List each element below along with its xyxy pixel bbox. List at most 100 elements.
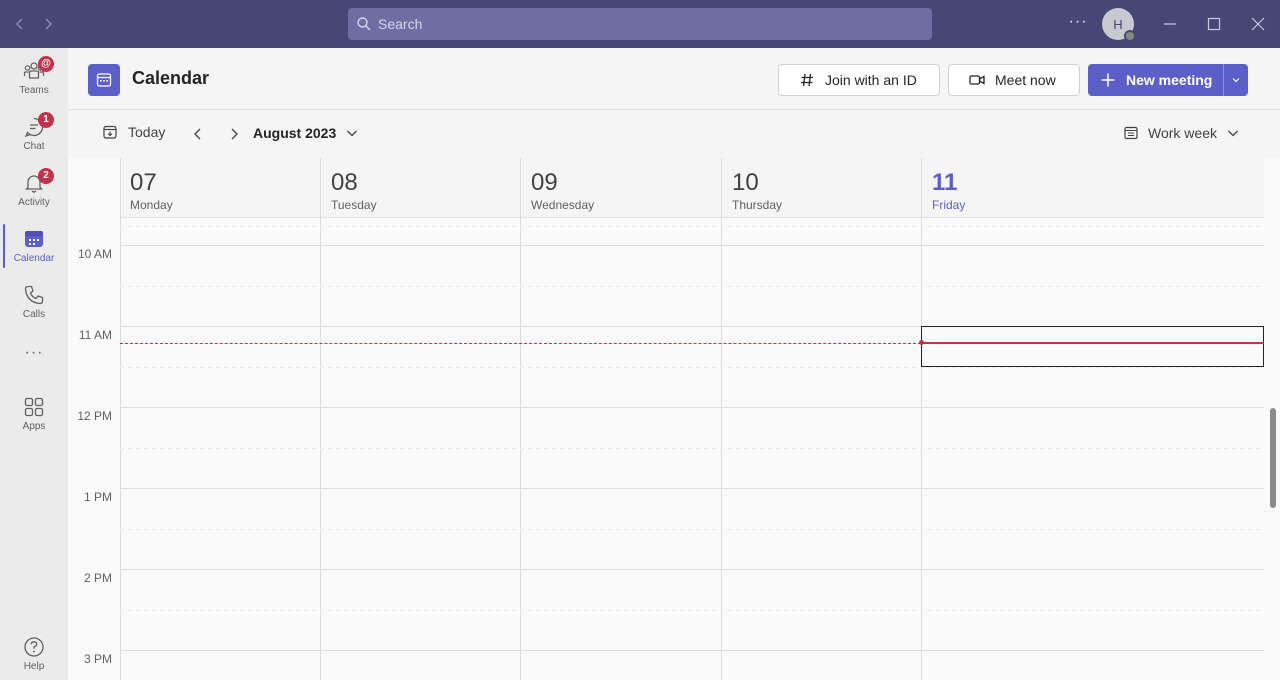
settings-more-button[interactable]: ··· — [1066, 12, 1090, 36]
column-divider — [721, 158, 722, 680]
rail-item-label: Help — [23, 661, 45, 672]
hash-icon — [801, 73, 813, 87]
rail-item-label: Chat — [23, 141, 45, 152]
chevron-right-icon — [231, 128, 238, 140]
new-meeting-label: New meeting — [1126, 72, 1213, 88]
scrollbar-thumb[interactable] — [1270, 408, 1276, 508]
day-name: Friday — [932, 198, 966, 212]
calendar-icon — [25, 231, 43, 247]
maximize-button[interactable] — [1202, 12, 1226, 36]
close-icon — [1251, 17, 1265, 31]
hour-line — [120, 488, 1264, 489]
unread-badge: 2 — [38, 168, 54, 184]
today-button[interactable]: Today — [102, 124, 165, 140]
join-with-id-label: Join with an ID — [825, 72, 917, 88]
new-meeting-button[interactable]: New meeting — [1088, 64, 1224, 96]
rail-item-calendar[interactable]: Calendar — [0, 220, 68, 272]
column-divider — [320, 158, 321, 680]
view-selector-button[interactable]: Work week — [1124, 125, 1239, 141]
hour-line — [120, 407, 1264, 408]
half-hour-line — [120, 226, 1264, 227]
time-label: 10 AM — [77, 247, 112, 261]
time-label: 11 AM — [78, 328, 112, 342]
chevron-down-icon — [1228, 130, 1238, 137]
forward-button[interactable] — [36, 12, 60, 36]
next-week-button[interactable] — [224, 124, 244, 144]
day-name: Thursday — [732, 198, 783, 212]
avatar-initial: H — [1113, 16, 1123, 32]
month-label: August 2023 — [253, 125, 337, 141]
column-divider — [921, 158, 922, 680]
hour-line — [120, 650, 1264, 651]
search-box[interactable] — [348, 8, 932, 40]
search-input[interactable] — [378, 16, 918, 32]
rail-item-chat[interactable]: 1 Chat — [0, 108, 68, 160]
rail-item-label: Apps — [22, 421, 46, 432]
day-number: 10 — [732, 169, 759, 196]
rail-item-teams[interactable]: @ Teams — [0, 52, 68, 104]
meet-now-button[interactable]: Meet now — [948, 64, 1080, 96]
previous-week-button[interactable] — [188, 124, 208, 144]
day-header-tuesday[interactable]: 08 Tuesday — [321, 158, 521, 218]
time-label: 1 PM — [83, 490, 112, 504]
day-name: Monday — [130, 198, 173, 212]
hour-line — [120, 569, 1264, 570]
minimize-icon — [1164, 23, 1176, 25]
calendar-scrollbar[interactable] — [1266, 218, 1280, 680]
half-hour-line — [120, 286, 1264, 287]
calendar-header: Calendar Join with an ID Meet now New me… — [68, 48, 1280, 110]
day-name: Tuesday — [331, 198, 377, 212]
calendar-toolbar: Today August 2023 Work week — [68, 110, 1280, 158]
avatar[interactable]: H — [1102, 8, 1136, 42]
today-label: Today — [128, 124, 166, 140]
chevron-down-icon — [1232, 78, 1240, 83]
rail-item-label: Calendar — [13, 253, 55, 264]
rail-item-label: Calls — [22, 309, 46, 320]
minimize-button[interactable] — [1158, 12, 1182, 36]
day-number: 11 — [932, 169, 958, 196]
calendar-app-icon — [88, 64, 120, 96]
day-name: Wednesday — [531, 198, 595, 212]
chevron-right-icon — [45, 18, 52, 30]
rail-item-label: Teams — [19, 85, 49, 96]
page-title: Calendar — [132, 68, 210, 88]
more-apps-button[interactable]: ··· — [0, 344, 68, 362]
half-hour-line — [120, 610, 1264, 611]
column-divider — [520, 158, 521, 680]
new-meeting-split-button: New meeting — [1088, 64, 1248, 96]
day-header-monday[interactable]: 07 Monday — [120, 158, 320, 218]
app-rail: @ Teams 1 Chat 2 Activity Calendar Calls… — [0, 48, 68, 680]
half-hour-line — [120, 529, 1264, 530]
day-header-friday[interactable]: 11 Friday — [922, 158, 1264, 218]
time-label: 12 PM — [77, 409, 112, 423]
close-button[interactable] — [1246, 12, 1270, 36]
new-meeting-dropdown-button[interactable] — [1224, 64, 1248, 96]
rail-item-help[interactable]: Help — [0, 628, 68, 680]
rail-item-calls[interactable]: Calls — [0, 276, 68, 328]
meet-now-label: Meet now — [995, 72, 1056, 88]
video-camera-icon — [969, 75, 985, 85]
chevron-left-icon — [194, 128, 201, 140]
day-header-wednesday[interactable]: 09 Wednesday — [521, 158, 721, 218]
calendar-today-icon — [103, 125, 117, 139]
unread-badge: 1 — [38, 112, 54, 128]
column-divider — [120, 158, 121, 680]
apps-icon — [24, 397, 44, 417]
month-picker-button[interactable]: August 2023 — [253, 125, 358, 141]
rail-item-apps[interactable]: Apps — [0, 388, 68, 440]
half-hour-line — [120, 367, 1264, 368]
search-icon — [357, 17, 371, 31]
day-number: 09 — [531, 169, 558, 196]
phone-icon — [24, 285, 44, 305]
rail-item-activity[interactable]: 2 Activity — [0, 164, 68, 216]
chevron-down-icon — [347, 130, 358, 137]
hour-line — [120, 245, 1264, 246]
day-header-thursday[interactable]: 10 Thursday — [722, 158, 922, 218]
help-icon — [24, 637, 44, 657]
current-time-line — [120, 343, 921, 344]
back-button[interactable] — [8, 12, 32, 36]
view-label: Work week — [1148, 125, 1217, 141]
current-time-line-today — [921, 342, 1264, 344]
join-with-id-button[interactable]: Join with an ID — [778, 64, 940, 96]
selected-time-slot[interactable] — [921, 326, 1264, 367]
